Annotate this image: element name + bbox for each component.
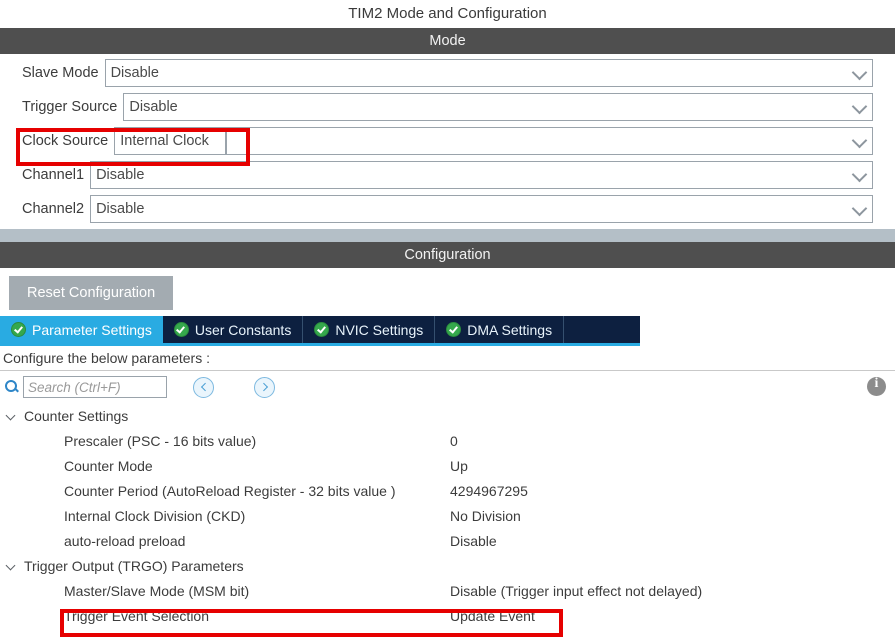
reset-configuration-button[interactable]: Reset Configuration xyxy=(9,276,174,310)
configuration-section-header: Configuration xyxy=(0,242,895,268)
channel1-value: Disable xyxy=(96,167,145,183)
chevron-down-icon[interactable] xyxy=(5,559,18,572)
param-name-trigger-event-selection: Trigger Event Selection xyxy=(64,607,209,624)
configuration-tabbar: Parameter Settings User Constants NVIC S… xyxy=(0,316,640,346)
tim2-configuration-window: TIM2 Mode and Configuration Mode Slave M… xyxy=(0,0,895,644)
param-value-internal-clock-division: No Division xyxy=(450,507,521,524)
mode-row-channel1: Channel1 Disable xyxy=(0,161,895,189)
configuration-body: Reset Configuration Parameter Settings U… xyxy=(0,268,895,628)
channel2-label: Channel2 xyxy=(22,201,85,217)
channel2-dropdown[interactable]: Disable xyxy=(90,195,873,223)
mode-row-slave-mode: Slave Mode Disable xyxy=(0,59,895,87)
param-value-prescaler: 0 xyxy=(450,432,458,449)
mode-row-clock-source: Clock Source Internal Clock xyxy=(0,127,895,155)
chevron-down-icon[interactable] xyxy=(5,409,18,422)
info-icon[interactable] xyxy=(867,376,886,396)
tab-user-constants-label: User Constants xyxy=(194,321,292,338)
trigger-source-label: Trigger Source xyxy=(22,99,118,115)
tab-parameter-settings-label: Parameter Settings xyxy=(32,321,152,338)
param-value-counter-period: 4294967295 xyxy=(450,482,528,499)
param-value-trigger-event-selection: Update Event xyxy=(450,607,535,624)
search-input[interactable] xyxy=(23,376,167,398)
param-name-auto-reload-preload: auto-reload preload xyxy=(64,532,186,549)
page-title: TIM2 Mode and Configuration xyxy=(348,5,547,22)
table-row[interactable]: Master/Slave Mode (MSM bit) Disable (Tri… xyxy=(0,578,895,603)
green-check-icon xyxy=(173,322,189,337)
slave-mode-dropdown[interactable]: Disable xyxy=(104,59,873,87)
mode-row-trigger-source: Trigger Source Disable xyxy=(0,93,895,121)
search-toolbar xyxy=(0,371,895,403)
clock-source-value: Internal Clock xyxy=(120,133,209,149)
table-row[interactable]: Internal Clock Division (CKD) No Divisio… xyxy=(0,503,895,528)
channel1-label: Channel1 xyxy=(22,167,85,183)
channel2-value: Disable xyxy=(96,201,145,217)
mode-panel-horizontal-scrollbar[interactable] xyxy=(0,229,895,244)
green-check-icon xyxy=(11,322,26,337)
green-check-icon xyxy=(446,322,462,337)
chevron-down-icon xyxy=(851,98,868,115)
mode-panel: Slave Mode Disable Trigger Source Disabl… xyxy=(0,54,895,223)
circle-left-arrow-icon[interactable] xyxy=(193,376,214,398)
configure-note: Configure the below parameters : xyxy=(0,346,895,371)
mode-section-header: Mode xyxy=(0,28,895,54)
clock-source-dropdown-extension[interactable] xyxy=(226,127,873,155)
tab-parameter-settings[interactable]: Parameter Settings xyxy=(0,316,163,343)
trigger-source-value: Disable xyxy=(129,99,178,115)
param-name-counter-mode: Counter Mode xyxy=(64,457,153,474)
tree-group-counter-settings[interactable]: Counter Settings xyxy=(0,403,895,428)
tab-nvic-settings[interactable]: NVIC Settings xyxy=(303,316,436,343)
parameter-tree: Counter Settings Prescaler (PSC - 16 bit… xyxy=(0,403,895,628)
chevron-down-icon xyxy=(851,64,868,81)
param-value-auto-reload-preload: Disable xyxy=(450,532,497,549)
tree-group-counter-settings-label: Counter Settings xyxy=(24,407,129,424)
clock-source-label: Clock Source xyxy=(22,133,109,149)
param-name-master-slave-mode: Master/Slave Mode (MSM bit) xyxy=(64,582,250,599)
reset-row: Reset Configuration xyxy=(0,268,895,316)
table-row[interactable]: Counter Mode Up xyxy=(0,453,895,478)
param-value-counter-mode: Up xyxy=(450,457,468,474)
tree-group-trigger-output[interactable]: Trigger Output (TRGO) Parameters xyxy=(0,553,895,578)
chevron-down-icon xyxy=(851,166,868,183)
slave-mode-label: Slave Mode xyxy=(22,65,99,81)
tab-user-constants[interactable]: User Constants xyxy=(162,316,304,343)
slave-mode-value: Disable xyxy=(110,65,159,81)
param-name-prescaler: Prescaler (PSC - 16 bits value) xyxy=(64,432,257,449)
param-value-master-slave-mode: Disable (Trigger input effect not delaye… xyxy=(450,582,703,599)
channel1-dropdown[interactable]: Disable xyxy=(90,161,873,189)
table-row[interactable]: Prescaler (PSC - 16 bits value) 0 xyxy=(0,428,895,453)
trigger-source-dropdown[interactable]: Disable xyxy=(123,93,873,121)
mode-row-channel2: Channel2 Disable xyxy=(0,195,895,223)
tree-group-trigger-output-label: Trigger Output (TRGO) Parameters xyxy=(24,557,244,574)
clock-source-dropdown[interactable]: Internal Clock xyxy=(114,127,227,155)
table-row[interactable]: auto-reload preload Disable xyxy=(0,528,895,553)
green-check-icon xyxy=(314,322,330,337)
chevron-down-icon xyxy=(851,132,868,149)
circle-right-arrow-icon[interactable] xyxy=(254,376,275,398)
table-row[interactable]: Trigger Event Selection Update Event xyxy=(0,603,895,628)
table-row[interactable]: Counter Period (AutoReload Register - 32… xyxy=(0,478,895,503)
tab-dma-settings-label: DMA Settings xyxy=(467,321,553,338)
tab-nvic-settings-label: NVIC Settings xyxy=(335,321,424,338)
chevron-down-icon xyxy=(851,200,868,217)
param-name-internal-clock-division: Internal Clock Division (CKD) xyxy=(64,507,246,524)
search-icon xyxy=(4,379,20,395)
param-name-counter-period: Counter Period (AutoReload Register - 32… xyxy=(64,482,396,499)
tab-dma-settings[interactable]: DMA Settings xyxy=(435,316,565,343)
